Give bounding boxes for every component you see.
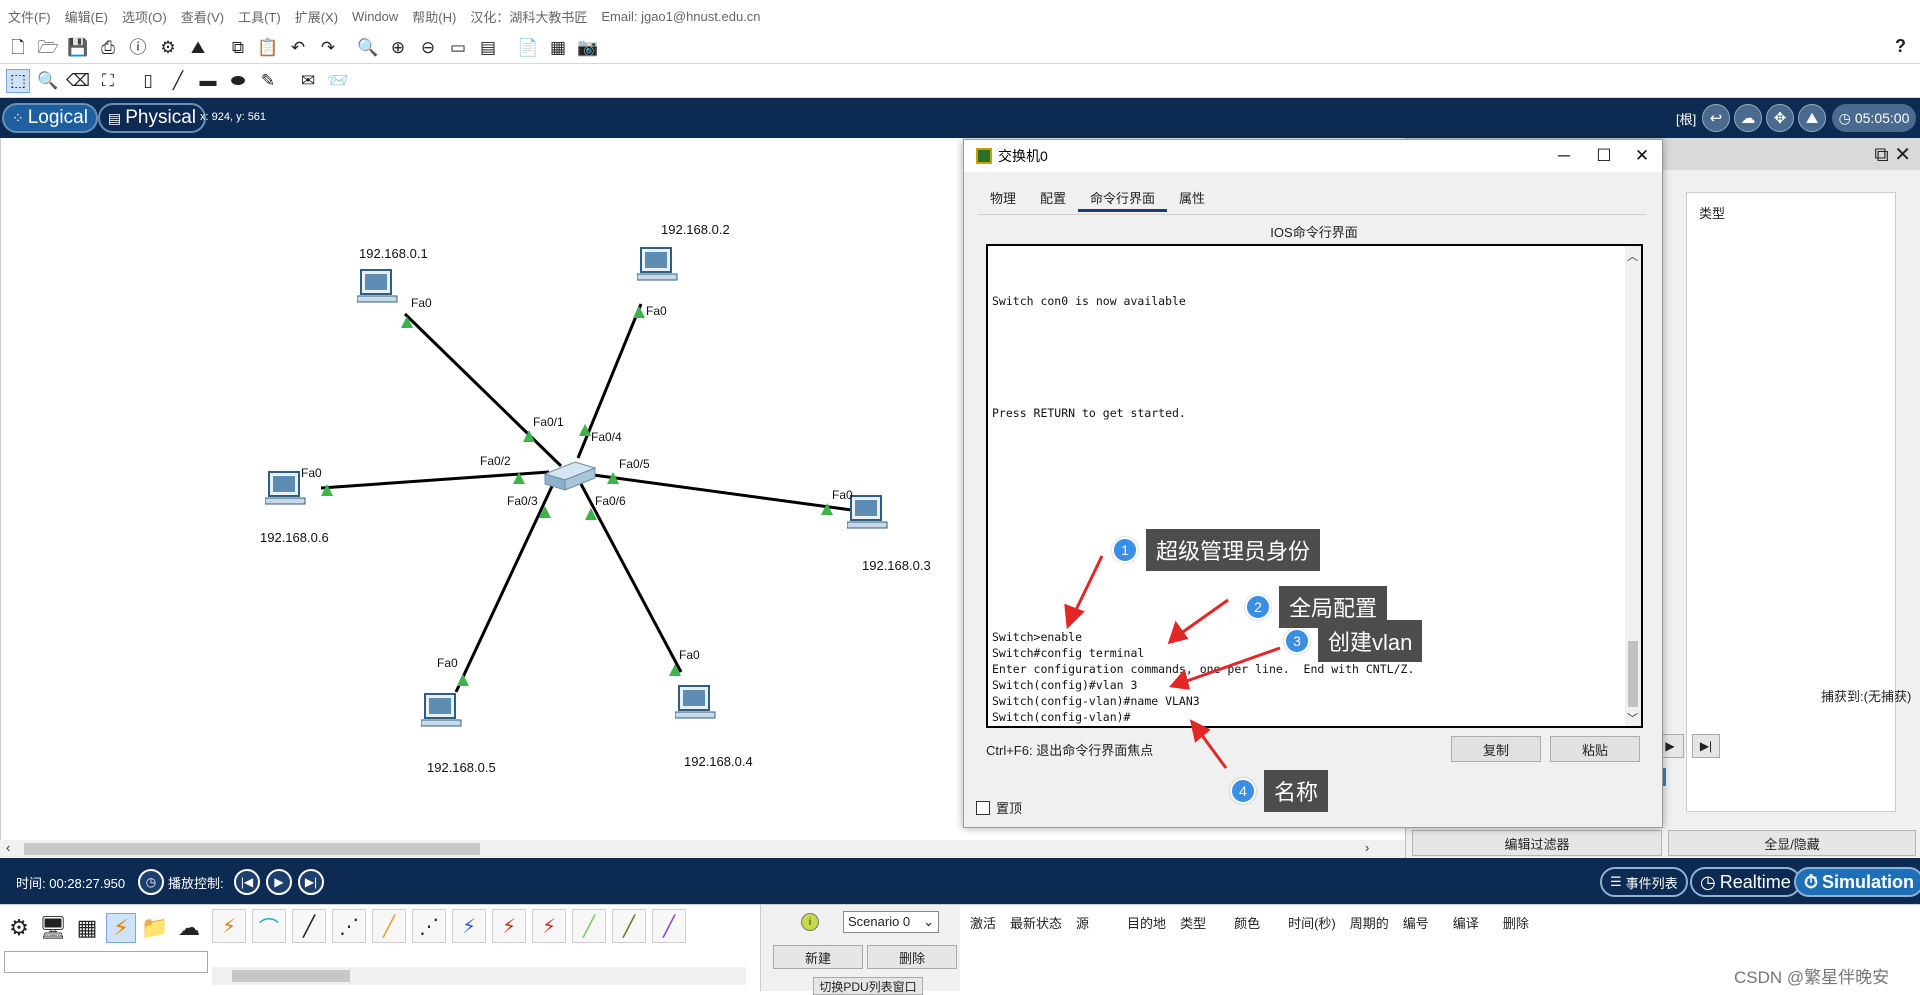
csdn-watermark: CSDN @繁星伴晚安 xyxy=(1734,968,1890,987)
clock-icon: ◷ xyxy=(1700,871,1716,892)
device-panel: ⚙ 🖥 ▦ ⚡ 📁 ☁ ⚡ ⌒ ╱ ⋰ ╱ ⋰ ⚡ ⚡ ⚡ ╱ ╱ ╱ i Sc… xyxy=(0,904,1920,995)
reset-timer-icon[interactable]: ◷ xyxy=(138,869,164,895)
connections-scroll-thumb[interactable] xyxy=(232,970,350,982)
annotation-number: 3 xyxy=(1284,628,1310,654)
serial-dte-cable-icon[interactable]: ⚡ xyxy=(532,909,566,943)
annotation-callout: 3 创建vlan xyxy=(1284,620,1423,662)
connections-icon[interactable]: ⚡ xyxy=(106,913,136,943)
simulation-label: Simulation xyxy=(1822,871,1915,892)
straight-through-cable-icon[interactable]: ╱ xyxy=(292,909,326,943)
device-search-input[interactable] xyxy=(4,951,208,973)
scenario-info-icon[interactable]: i xyxy=(801,913,819,931)
realtime-mode-tab[interactable]: ◷ Realtime xyxy=(1690,867,1801,897)
pdu-col-time[interactable]: 时间(秒) xyxy=(1288,913,1336,932)
delete-scenario-button[interactable]: 删除 xyxy=(867,945,957,969)
pdu-col-num[interactable]: 编号 xyxy=(1403,913,1429,932)
pdu-col-source[interactable]: 源 xyxy=(1076,913,1089,932)
serial-dce-cable-icon[interactable]: ⚡ xyxy=(492,909,526,943)
pdu-col-destination[interactable]: 目的地 xyxy=(1127,913,1166,932)
new-scenario-button[interactable]: 新建 xyxy=(773,945,863,969)
annotation-number: 4 xyxy=(1230,778,1256,804)
annotation-number: 2 xyxy=(1245,594,1271,620)
arrow-1 xyxy=(1072,555,1104,615)
connections-scrollbar[interactable] xyxy=(212,967,746,985)
event-list-label: 事件列表 xyxy=(1625,875,1678,891)
scenario-value: Scenario 0 xyxy=(848,914,911,929)
arrow-2 xyxy=(1179,598,1229,636)
annotation-text: 名称 xyxy=(1264,770,1329,812)
annotation-arrows xyxy=(1064,555,1281,769)
multiuser-icon[interactable]: ☁ xyxy=(174,913,204,943)
forward-step-icon[interactable]: ▶| xyxy=(298,869,324,895)
toggle-pdu-list-button[interactable]: 切换PDU列表窗口 xyxy=(813,977,923,995)
scenario-panel: i Scenario 0 ⌄ 新建 删除 切换PDU列表窗口 xyxy=(760,905,960,995)
usb-cable-icon[interactable]: ╱ xyxy=(652,909,686,943)
back-step-icon[interactable]: |◀ xyxy=(234,869,260,895)
auto-connection-icon[interactable]: ⚡ xyxy=(212,909,246,943)
phone-cable-icon[interactable]: ⋰ xyxy=(412,909,446,943)
simulation-mode-tab[interactable]: ⏱ Simulation xyxy=(1794,867,1920,897)
components-icon[interactable]: ▦ xyxy=(72,913,102,943)
chevron-down-icon: ⌄ xyxy=(923,914,934,929)
annotation-text: 创建vlan xyxy=(1318,620,1423,662)
arrow-2-head xyxy=(1167,620,1189,645)
realtime-label: Realtime xyxy=(1719,871,1791,892)
scenario-select[interactable]: Scenario 0 ⌄ xyxy=(843,911,939,933)
coaxial-cable-icon[interactable]: ⚡ xyxy=(452,909,486,943)
pdu-col-delete[interactable]: 删除 xyxy=(1503,913,1529,932)
pdu-col-last-status[interactable]: 最新状态 xyxy=(1010,913,1062,932)
crossover-cable-icon[interactable]: ⋰ xyxy=(332,909,366,943)
annotation-callout: 1 超级管理员身份 xyxy=(1112,529,1321,571)
pdu-col-type[interactable]: 类型 xyxy=(1180,913,1206,932)
end-devices-icon[interactable]: 🖥 xyxy=(38,913,68,943)
stopwatch-icon: ⏱ xyxy=(1804,871,1819,892)
pdu-col-periodic[interactable]: 周期的 xyxy=(1350,913,1389,932)
arrow-3 xyxy=(1183,646,1281,684)
fiber-cable-icon[interactable]: ╱ xyxy=(372,909,406,943)
pdu-list-header: 激活 最新状态 源 目的地 类型 颜色 时间(秒) 周期的 编号 编译 删除 xyxy=(970,913,1543,932)
time-control-bar: 时间: 00:28:27.950 ◷ 播放控制: |◀ ▶ ▶| ☰ 事件列表 ◷… xyxy=(0,858,1920,904)
annotation-text: 超级管理员身份 xyxy=(1146,529,1321,571)
arrow-3-head xyxy=(1169,668,1190,690)
pdu-col-color[interactable]: 颜色 xyxy=(1234,913,1260,932)
pdu-col-edit[interactable]: 编译 xyxy=(1453,913,1479,932)
annotation-callout: 4 名称 xyxy=(1230,770,1329,812)
iot-cable-icon[interactable]: ╱ xyxy=(612,909,646,943)
event-list-icon: ☰ xyxy=(1610,874,1622,889)
event-list-toggle[interactable]: ☰ 事件列表 xyxy=(1600,867,1688,897)
simulation-time: 时间: 00:28:27.950 xyxy=(16,876,126,891)
annotation-number: 1 xyxy=(1112,537,1138,563)
octal-cable-icon[interactable]: ╱ xyxy=(572,909,606,943)
play-icon[interactable]: ▶ xyxy=(266,869,292,895)
miscellaneous-icon[interactable]: 📁 xyxy=(140,913,170,943)
play-control-label: 播放控制: xyxy=(168,876,224,891)
console-cable-icon[interactable]: ⌒ xyxy=(252,909,286,943)
pdu-col-fire[interactable]: 激活 xyxy=(970,913,996,932)
arrow-1-head xyxy=(1064,603,1085,630)
network-devices-icon[interactable]: ⚙ xyxy=(4,913,34,943)
arrow-4-head xyxy=(1189,719,1211,743)
